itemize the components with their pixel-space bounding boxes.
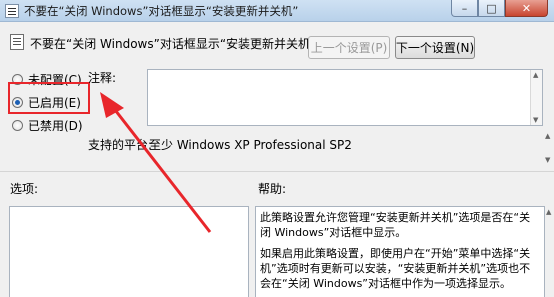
radio-circle[interactable]: [12, 120, 23, 131]
supported-platform-label: 支持的平台:: [88, 138, 153, 152]
next-setting-button[interactable]: 下一个设置(N): [395, 36, 475, 59]
help-paragraph: 如果启用此策略设置，即使用户在“开始”菜单中选择“关机”选项时有更新可以安装，“…: [260, 247, 531, 290]
radio-disabled[interactable]: 已禁用(D): [12, 117, 83, 134]
note-textarea[interactable]: ▲ ▼: [147, 69, 543, 126]
scroll-up-icon[interactable]: ▲: [545, 132, 550, 140]
previous-setting-button[interactable]: 上一个设置(P): [308, 36, 390, 59]
title-bar: 不要在“关闭 Windows”对话框显示“安装更新并关机” – □ ✕: [0, 0, 554, 22]
options-panel: [9, 206, 249, 297]
help-panel: 此策略设置允许您管理“安装更新并关机”选项是否在“关闭 Windows”对话框中…: [255, 206, 545, 297]
highlight-box: [8, 82, 90, 114]
support-scrollbar[interactable]: ▲ ▼: [543, 132, 554, 164]
note-scrollbar[interactable]: ▲ ▼: [530, 70, 542, 125]
policy-name: 不要在“关闭 Windows”对话框显示“安装更新并关机”: [30, 37, 317, 51]
maximize-button[interactable]: □: [478, 0, 505, 17]
options-label: 选项:: [10, 182, 39, 196]
window-controls: – □ ✕: [451, 0, 548, 17]
radio-label: 已禁用(D): [28, 119, 83, 133]
close-button[interactable]: ✕: [505, 0, 548, 17]
minimize-button[interactable]: –: [451, 0, 478, 17]
help-paragraph: 此策略设置允许您管理“安装更新并关机”选项是否在“关闭 Windows”对话框中…: [260, 211, 531, 239]
help-label: 帮助:: [258, 182, 287, 196]
policy-setting-icon: [10, 34, 24, 50]
help-scrollbar[interactable]: ▲: [545, 206, 554, 297]
scroll-down-icon[interactable]: ▼: [545, 156, 550, 164]
note-label: 注释:: [88, 71, 117, 85]
supported-platform-value: 至少 Windows XP Professional SP2: [149, 138, 352, 152]
divider: [0, 171, 554, 172]
window-title: 不要在“关闭 Windows”对话框显示“安装更新并关机”: [24, 4, 299, 18]
policy-window-icon: [5, 4, 19, 18]
scroll-up-icon[interactable]: ▲: [533, 71, 538, 79]
scroll-down-icon[interactable]: ▼: [533, 116, 538, 124]
scroll-up-icon[interactable]: ▲: [546, 208, 551, 216]
